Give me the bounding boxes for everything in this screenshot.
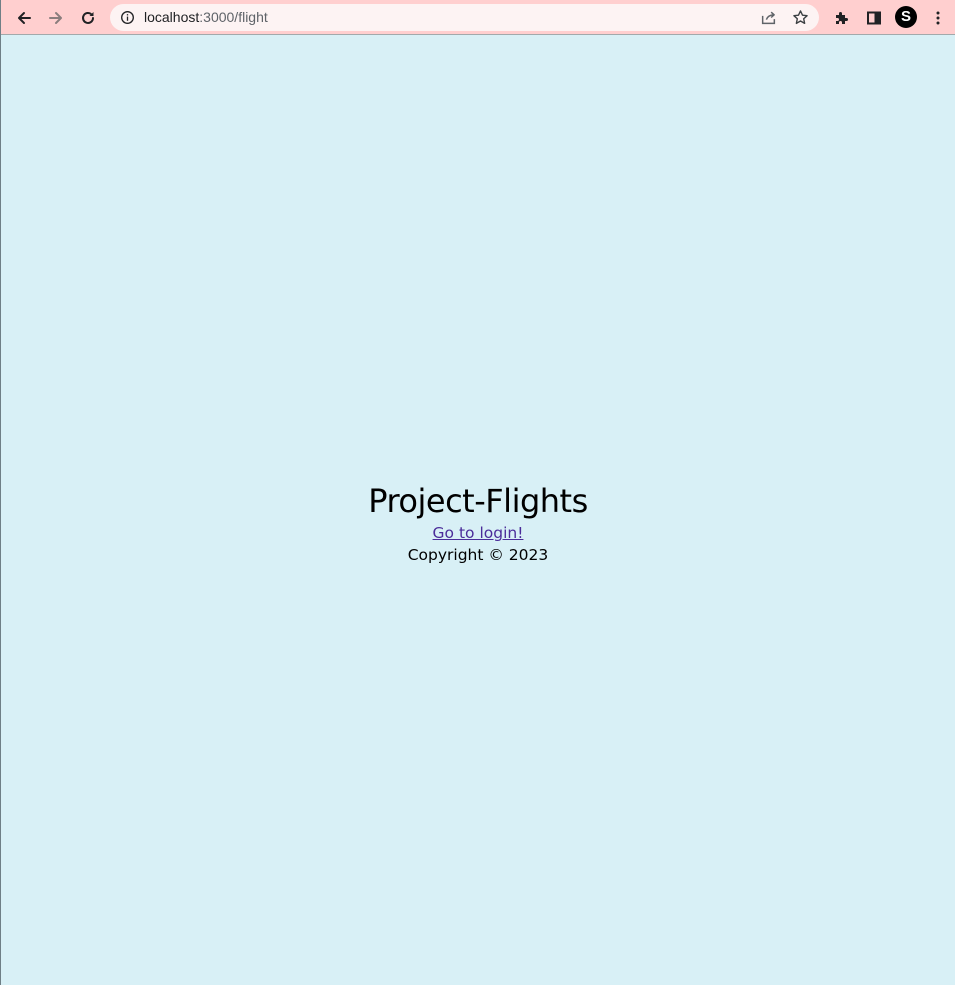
info-icon[interactable] — [120, 10, 135, 25]
puzzle-icon — [836, 12, 848, 24]
kebab-menu-icon — [936, 11, 940, 25]
back-arrow-icon — [18, 12, 31, 24]
url-text[interactable]: localhost:3000/flight — [144, 4, 268, 31]
star-icon[interactable] — [792, 9, 809, 26]
login-link[interactable]: Go to login! — [433, 522, 524, 544]
footer: Project-Flights Go to login! Copyright ©… — [1, 480, 955, 566]
brand-title: Project-Flights — [368, 482, 588, 520]
share-icon[interactable] — [760, 9, 777, 26]
extensions-button[interactable] — [828, 4, 856, 32]
browser-window: localhost:3000/flight S Project-Flights … — [0, 0, 955, 985]
back-button[interactable] — [10, 4, 38, 32]
browser-toolbar: localhost:3000/flight S — [1, 0, 955, 35]
profile-avatar[interactable]: S — [895, 6, 917, 28]
side-panel-icon — [867, 11, 881, 25]
forward-button[interactable] — [42, 4, 70, 32]
address-bar[interactable]: localhost:3000/flight — [110, 4, 819, 31]
reload-icon — [82, 11, 94, 24]
reload-button[interactable] — [74, 4, 102, 32]
url-path: :3000/flight — [199, 9, 268, 25]
forward-arrow-icon — [49, 12, 62, 24]
side-panel-button[interactable] — [860, 4, 888, 32]
url-host: localhost — [144, 9, 200, 25]
copyright-text: Copyright © 2023 — [407, 546, 549, 564]
browser-menu-button[interactable] — [924, 4, 952, 32]
page-content: Project-Flights Go to login! Copyright ©… — [1, 35, 955, 985]
